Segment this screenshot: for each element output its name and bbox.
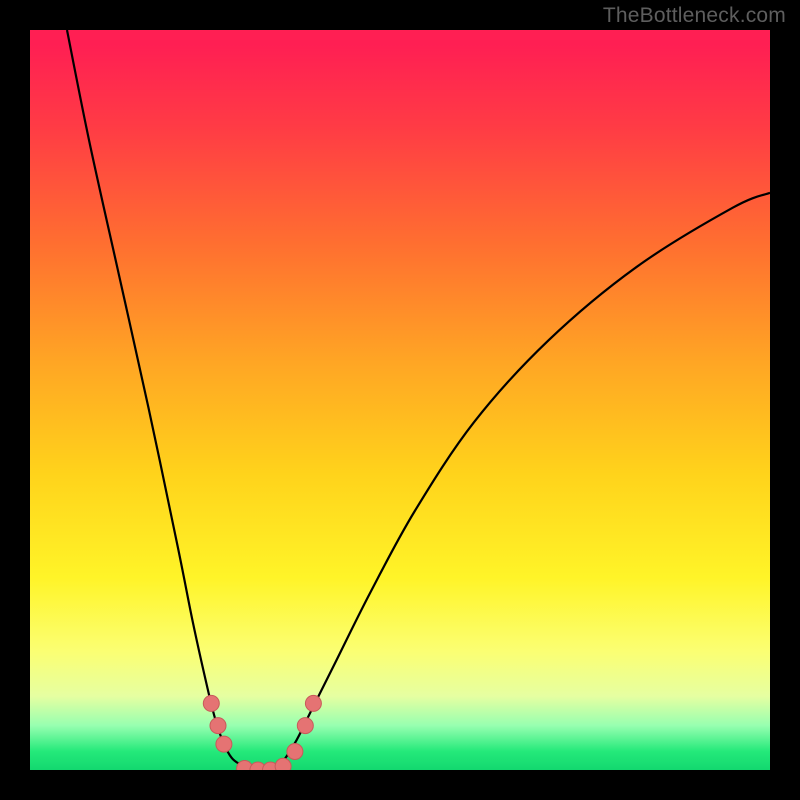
chart-background-gradient	[30, 30, 770, 770]
watermark-text: TheBottleneck.com	[603, 4, 786, 28]
chart-frame: TheBottleneck.com	[0, 0, 800, 800]
